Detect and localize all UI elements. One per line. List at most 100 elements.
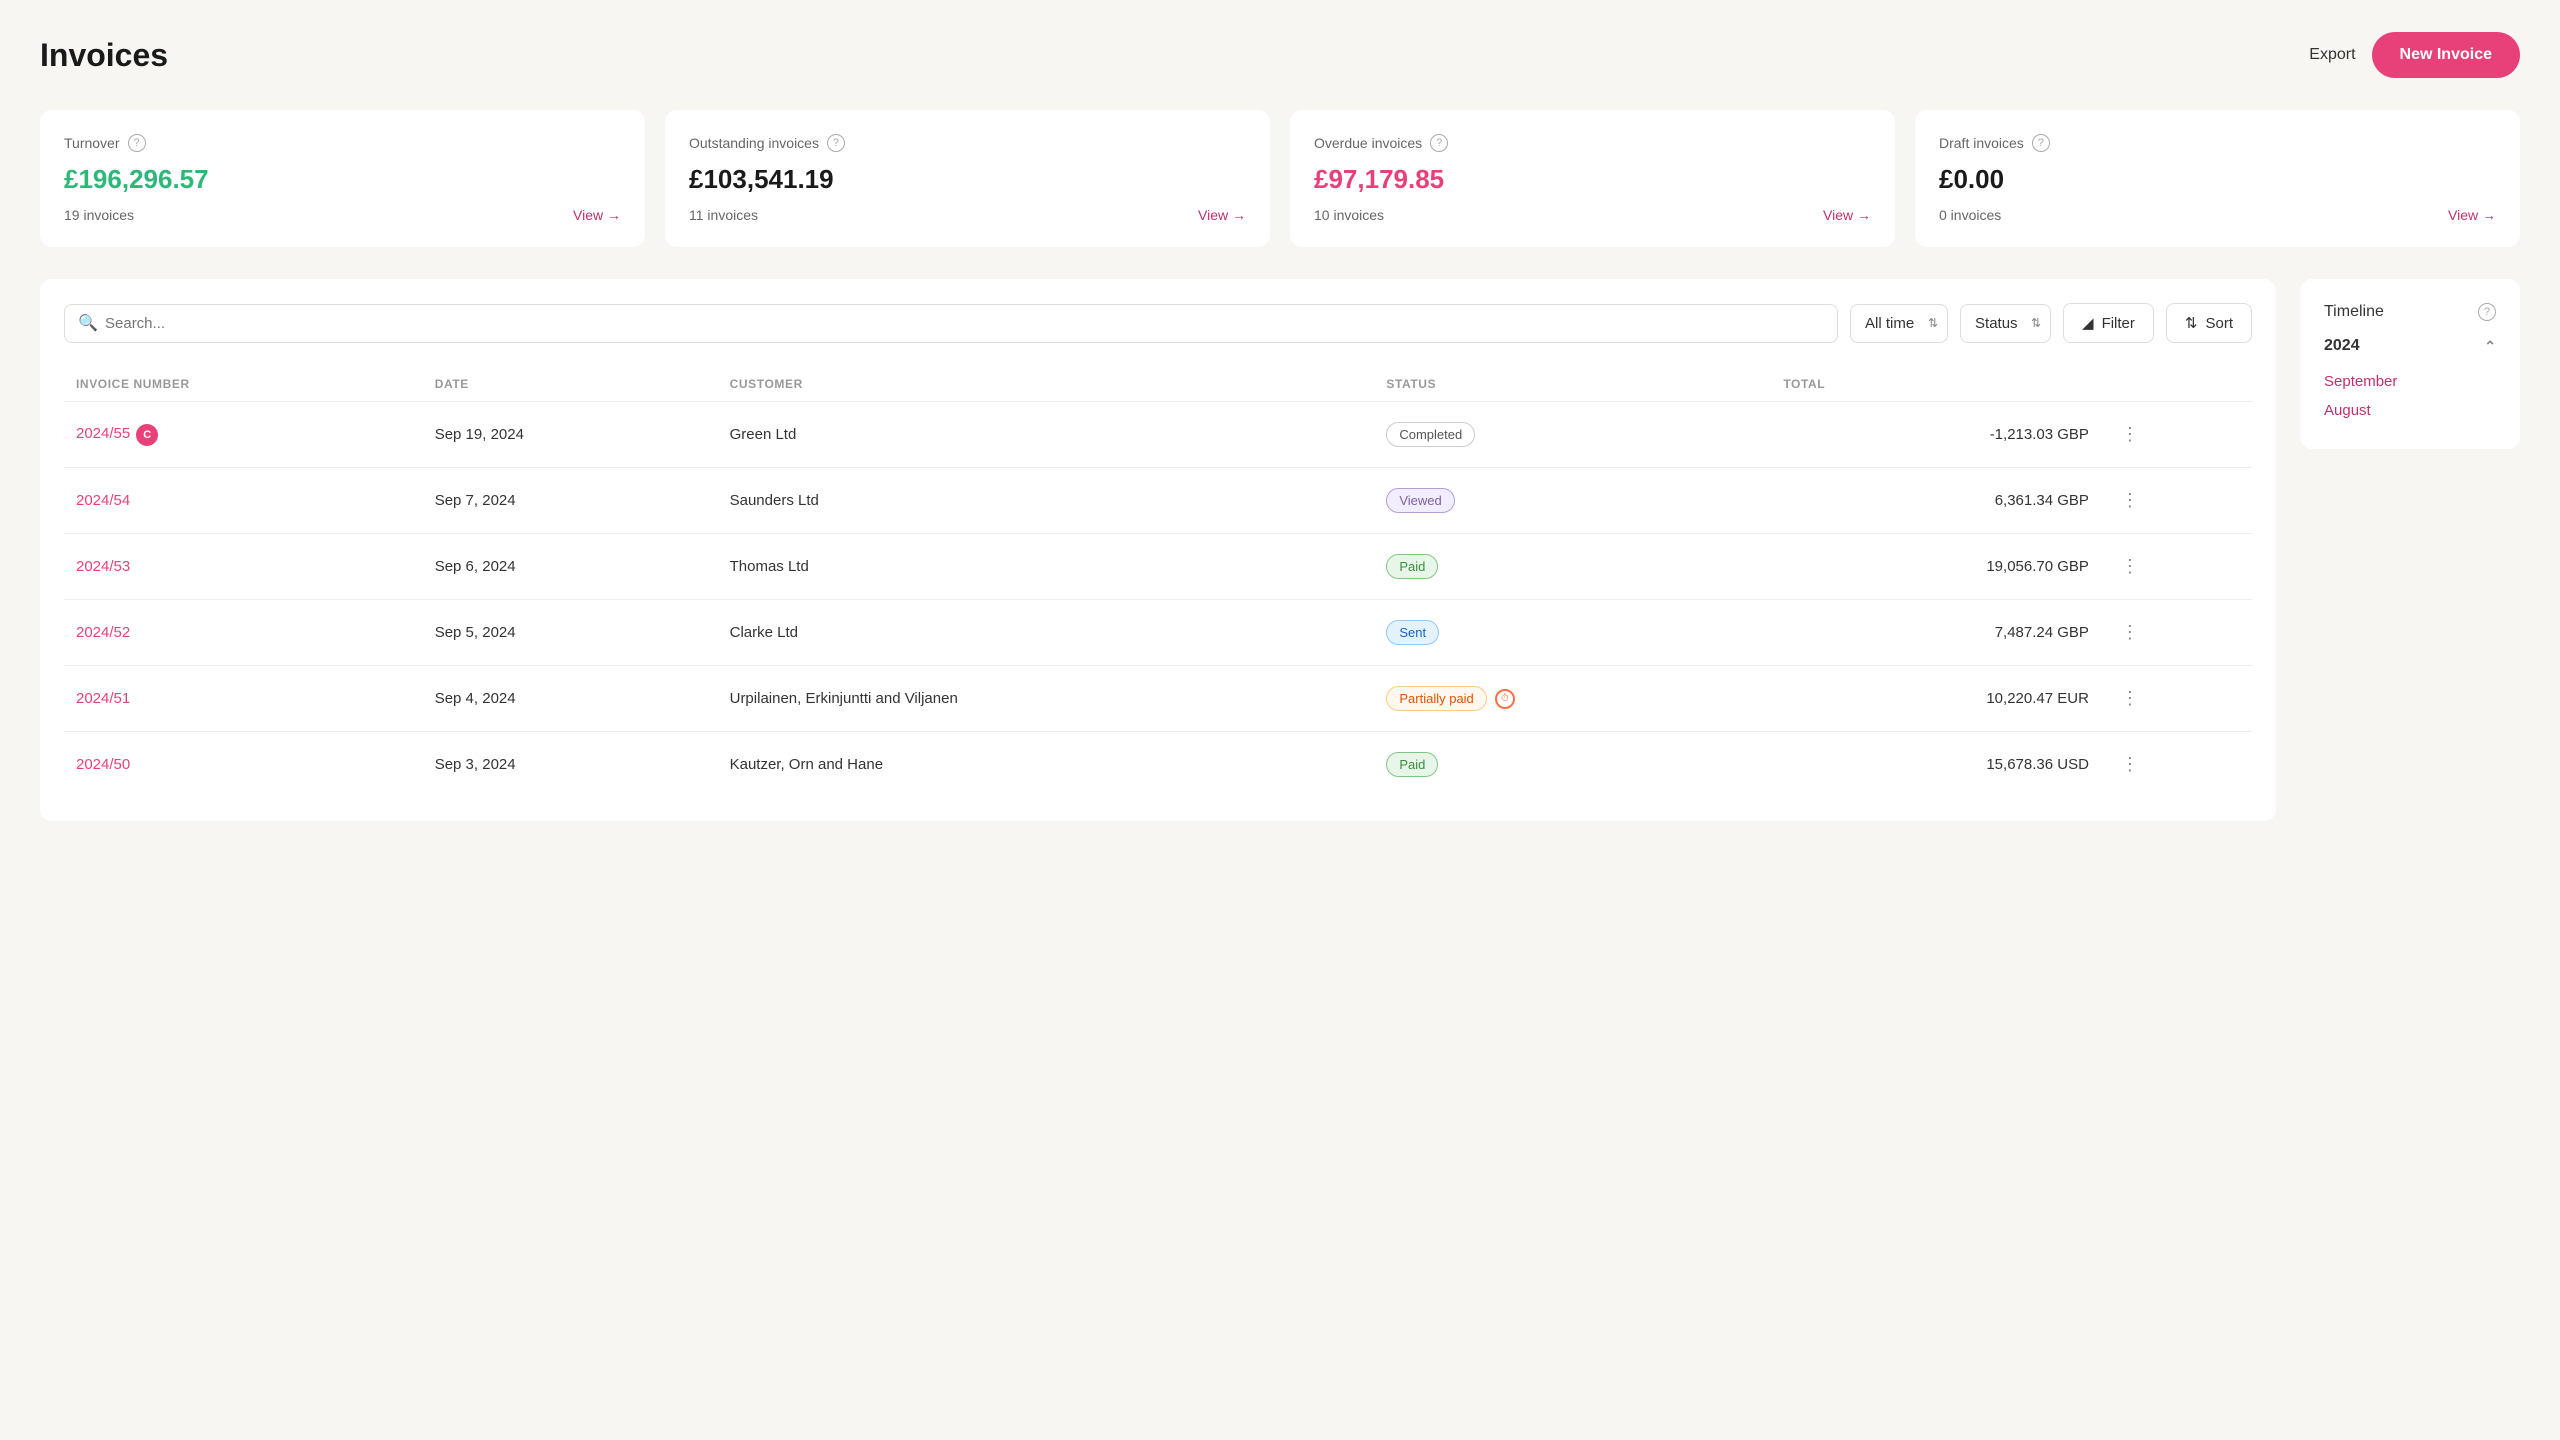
invoice-num-2: 2024/53 [64,534,423,600]
date-2: Sep 6, 2024 [423,534,718,600]
more-button-0[interactable]: ⋮ [2113,420,2147,449]
card-overdue: Overdue invoices ? £97,179.85 10 invoice… [1290,110,1895,247]
status-1: Viewed [1374,468,1771,534]
year-label-2024: 2024 [2324,337,2360,355]
status-0: Completed [1374,402,1771,468]
sort-label: Sort [2205,315,2233,332]
total-2: 19,056.70 GBP [1771,534,2101,600]
header-actions: Export New Invoice [2309,32,2520,78]
invoice-link-1[interactable]: 2024/54 [76,492,130,509]
status-2: Paid [1374,534,1771,600]
actions-4: ⋮ [2101,666,2252,732]
status-cell-2: Paid [1386,554,1759,579]
date-1: Sep 7, 2024 [423,468,718,534]
status-cell-5: Paid [1386,752,1759,777]
customer-5: Kautzer, Orn and Hane [718,732,1375,798]
main-content: 🔍 All time Status ◢ Filter ⇅ Sort [40,279,2520,821]
new-invoice-button[interactable]: New Invoice [2372,32,2520,78]
card-footer-turnover: 19 invoices View → [64,207,621,223]
actions-2: ⋮ [2101,534,2252,600]
filter-button[interactable]: ◢ Filter [2063,303,2154,343]
filter-label: Filter [2102,315,2135,332]
actions-0: ⋮ [2101,402,2252,468]
timeline-header: Timeline ? [2324,303,2496,321]
customer-3: Clarke Ltd [718,600,1375,666]
all-time-select[interactable]: All time [1850,304,1948,343]
timeline-help-icon[interactable]: ? [2478,303,2496,321]
more-button-5[interactable]: ⋮ [2113,750,2147,779]
invoice-link-3[interactable]: 2024/52 [76,624,130,641]
actions-3: ⋮ [2101,600,2252,666]
table-row: 2024/55CSep 19, 2024Green Ltd Completed-… [64,402,2252,468]
card-amount-draft: £0.00 [1939,164,2496,195]
table-row: 2024/53 Sep 6, 2024Thomas Ltd Paid 19,056.… [64,534,2252,600]
help-icon-outstanding[interactable]: ? [827,134,845,152]
help-icon-draft[interactable]: ? [2032,134,2050,152]
more-button-4[interactable]: ⋮ [2113,684,2147,713]
customer-2: Thomas Ltd [718,534,1375,600]
invoice-link-5[interactable]: 2024/50 [76,756,130,773]
card-amount-outstanding: £103,541.19 [689,164,1246,195]
total-1: 6,361.34 GBP [1771,468,2101,534]
card-view-link-turnover[interactable]: View → [573,207,621,223]
timeline-title: Timeline [2324,303,2384,321]
status-badge-4: Partially paid [1386,686,1486,711]
card-count-turnover: 19 invoices [64,207,134,223]
toolbar: 🔍 All time Status ◢ Filter ⇅ Sort [64,303,2252,343]
all-time-wrapper: All time [1850,304,1948,343]
clock-icon-4: ⏱ [1495,689,1515,709]
date-5: Sep 3, 2024 [423,732,718,798]
actions-1: ⋮ [2101,468,2252,534]
customer-1: Saunders Ltd [718,468,1375,534]
table-row: 2024/51 Sep 4, 2024Urpilainen, Erkinjuntt… [64,666,2252,732]
invoice-link-2[interactable]: 2024/53 [76,558,130,575]
page-header: Invoices Export New Invoice [40,32,2520,78]
customer-0: Green Ltd [718,402,1375,468]
actions-5: ⋮ [2101,732,2252,798]
card-label-outstanding: Outstanding invoices ? [689,134,1246,152]
badge-c-0: C [136,424,158,446]
card-count-draft: 0 invoices [1939,207,2001,223]
card-amount-turnover: £196,296.57 [64,164,621,195]
card-count-overdue: 10 invoices [1314,207,1384,223]
more-button-3[interactable]: ⋮ [2113,618,2147,647]
date-4: Sep 4, 2024 [423,666,718,732]
status-3: Sent [1374,600,1771,666]
more-button-1[interactable]: ⋮ [2113,486,2147,515]
card-footer-overdue: 10 invoices View → [1314,207,1871,223]
invoice-link-4[interactable]: 2024/51 [76,690,130,707]
date-3: Sep 5, 2024 [423,600,718,666]
status-5: Paid [1374,732,1771,798]
help-icon-overdue[interactable]: ? [1430,134,1448,152]
invoice-table: INVOICE NUMBERDATECUSTOMERSTATUSTOTAL 20… [64,367,2252,797]
card-view-link-outstanding[interactable]: View → [1198,207,1246,223]
help-icon-turnover[interactable]: ? [128,134,146,152]
timeline-month-august[interactable]: August [2324,396,2496,425]
card-label-overdue: Overdue invoices ? [1314,134,1871,152]
col-header-invoice-number: INVOICE NUMBER [64,367,423,402]
search-input[interactable] [64,304,1838,343]
card-view-link-draft[interactable]: View → [2448,207,2496,223]
invoice-link-0[interactable]: 2024/55 [76,425,130,442]
timeline-year-row-2024[interactable]: 2024⌃ [2324,337,2496,355]
status-select[interactable]: Status [1960,304,2051,343]
timeline-month-september[interactable]: September [2324,367,2496,396]
col-header-actions [2101,367,2252,402]
card-draft: Draft invoices ? £0.00 0 invoices View → [1915,110,2520,247]
table-header: INVOICE NUMBERDATECUSTOMERSTATUSTOTAL [64,367,2252,402]
customer-4: Urpilainen, Erkinjuntti and Viljanen [718,666,1375,732]
col-header-date: DATE [423,367,718,402]
invoice-num-3: 2024/52 [64,600,423,666]
export-button[interactable]: Export [2309,46,2355,64]
invoice-num-1: 2024/54 [64,468,423,534]
card-view-link-overdue[interactable]: View → [1823,207,1871,223]
card-turnover: Turnover ? £196,296.57 19 invoices View … [40,110,645,247]
sort-button[interactable]: ⇅ Sort [2166,303,2252,343]
col-header-status: STATUS [1374,367,1771,402]
col-header-total: TOTAL [1771,367,2101,402]
page-title: Invoices [40,37,168,74]
invoice-num-0: 2024/55 C [64,402,423,468]
status-badge-3: Sent [1386,620,1439,645]
table-section: 🔍 All time Status ◢ Filter ⇅ Sort [40,279,2276,821]
more-button-2[interactable]: ⋮ [2113,552,2147,581]
